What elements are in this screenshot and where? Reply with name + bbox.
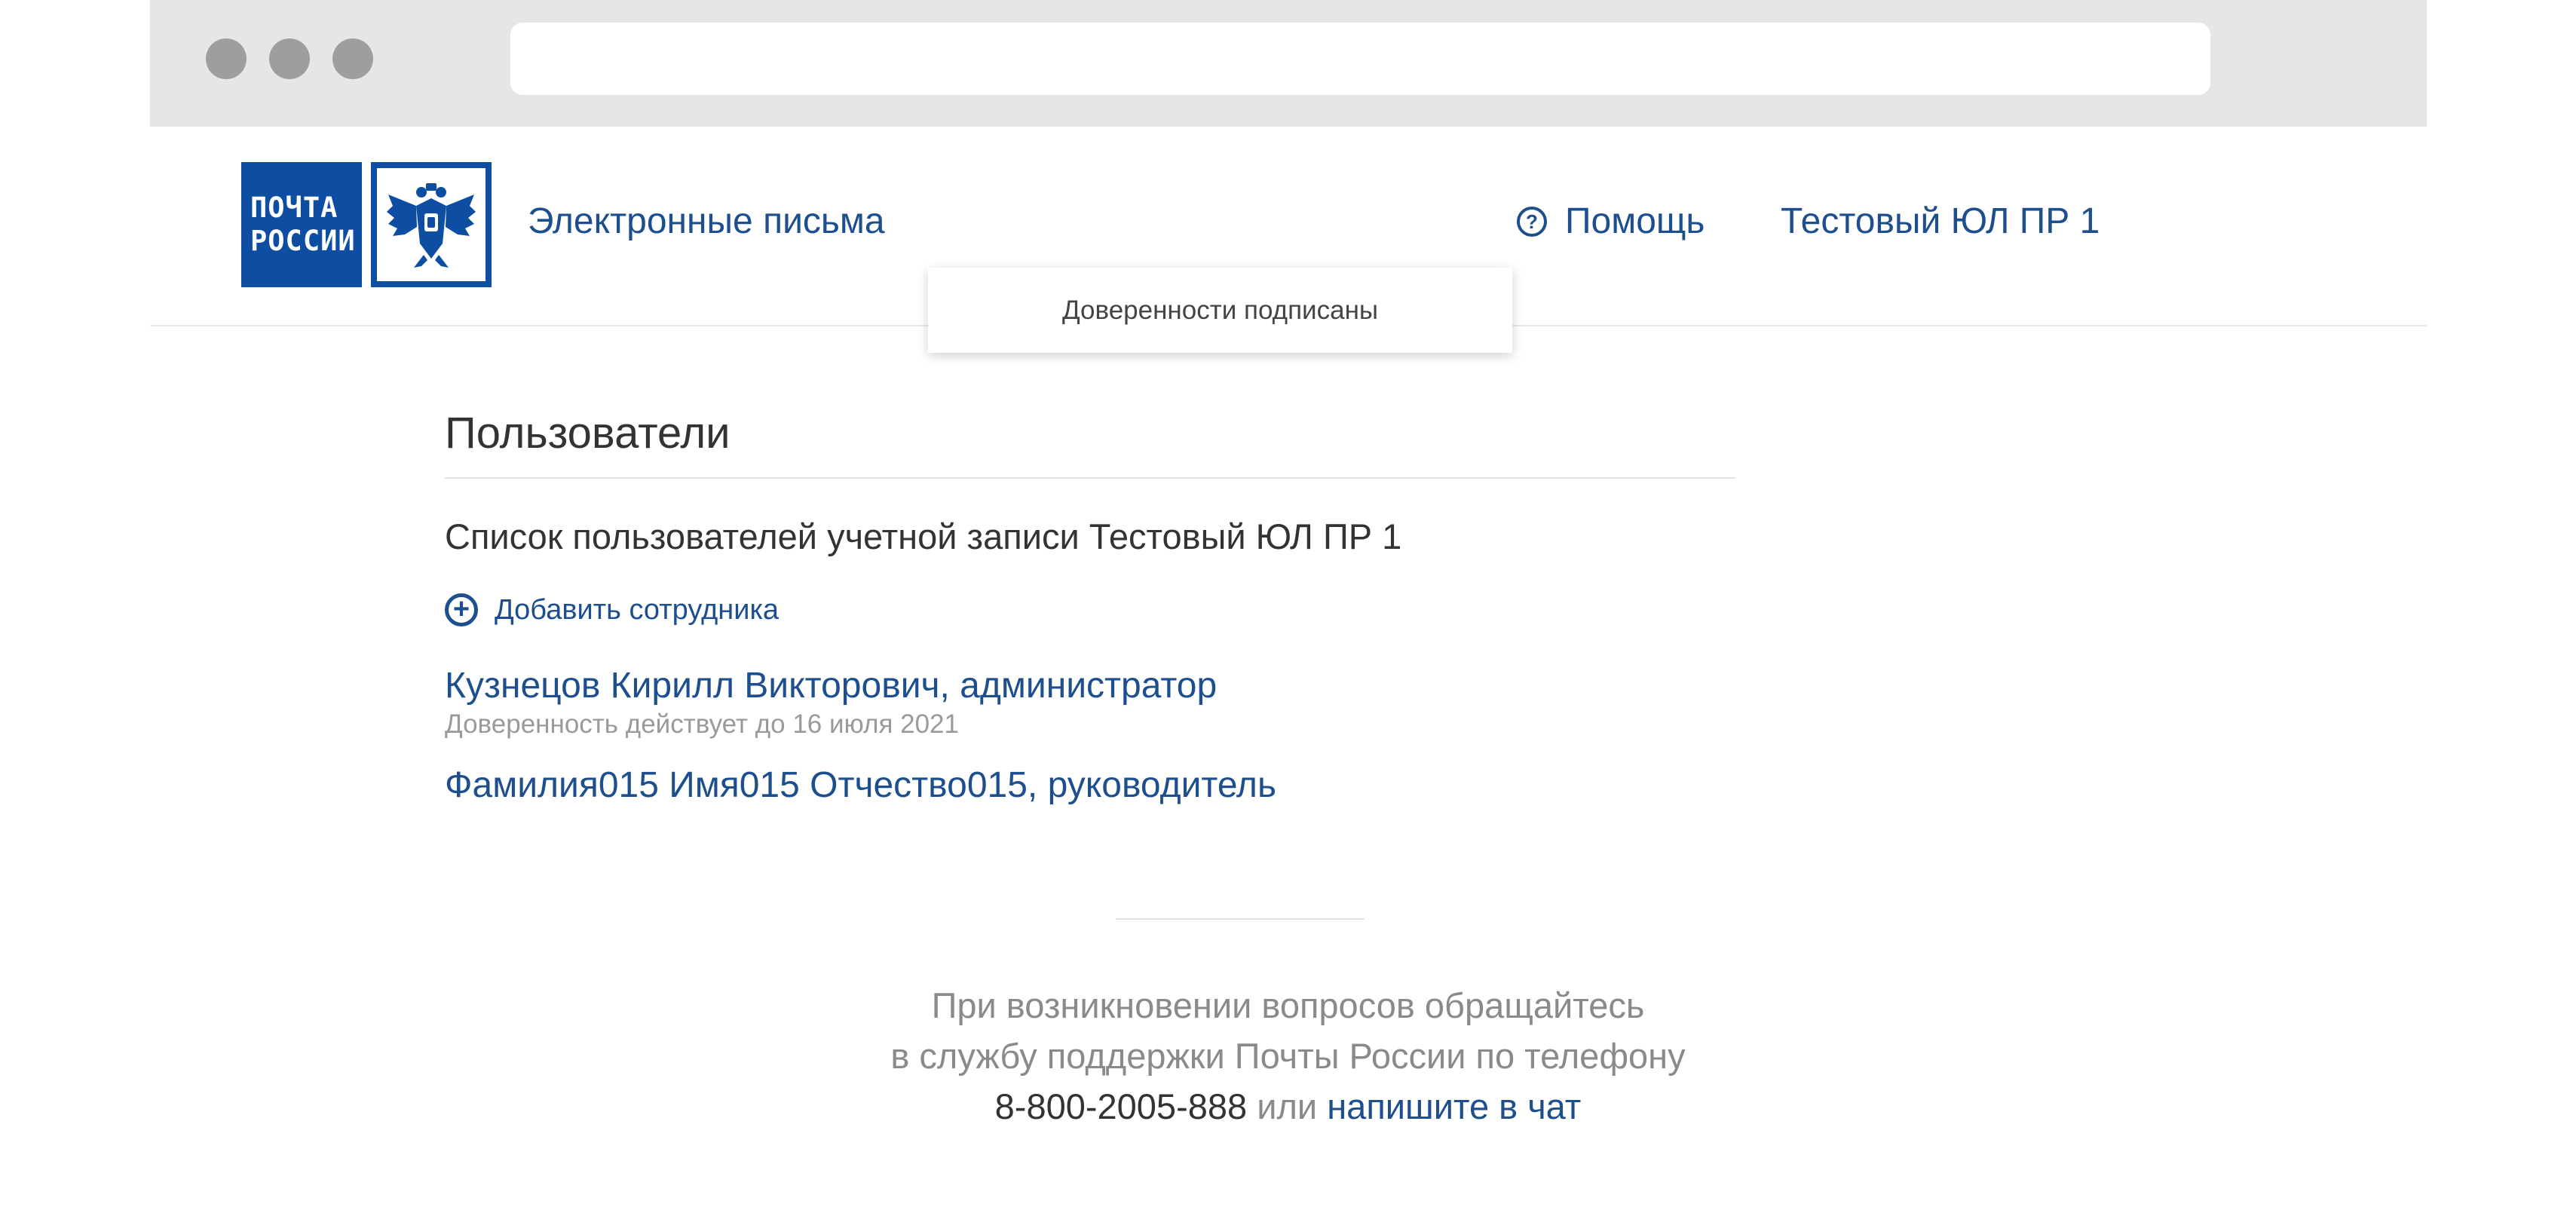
dropdown-item-signed-powers[interactable]: Доверенности подписаны	[1062, 296, 1378, 326]
window-close-dot[interactable]	[206, 38, 247, 79]
nav-account-menu[interactable]: Тестовый ЮЛ ПР 1	[1781, 201, 2100, 242]
support-line-2: в службу поддержки Почты России по телеф…	[890, 1036, 1686, 1076]
logo-wordmark: ПОЧТА РОССИИ	[241, 162, 362, 287]
support-or: или	[1257, 1086, 1318, 1126]
add-employee-label: Добавить сотрудника	[495, 594, 780, 626]
nav-electronic-letters[interactable]: Электронные письма	[528, 201, 885, 242]
add-employee-button[interactable]: + Добавить сотрудника	[445, 591, 1735, 629]
user-name-link[interactable]: Фамилия015 Имя015 Отчество015, руководит…	[445, 763, 1735, 808]
users-section: Пользователи Список пользователей учетно…	[445, 400, 1735, 831]
footer-divider	[1116, 918, 1365, 920]
user-list: Кузнецов Кирилл Викторович, администрато…	[445, 663, 1735, 808]
help-circle-icon: ?	[1517, 206, 1547, 237]
plus-circle-icon: +	[445, 593, 478, 626]
nav-help-label: Помощь	[1565, 201, 1705, 241]
user-power-of-attorney-note: Доверенность действует до 16 июля 2021	[445, 709, 959, 739]
double-headed-eagle-icon	[371, 162, 492, 287]
page-title: Пользователи	[445, 400, 1735, 479]
account-dropdown: Доверенности подписаны	[928, 268, 1512, 353]
support-phone[interactable]: 8-800-2005-888	[995, 1086, 1248, 1126]
logo-line-1: ПОЧТА	[250, 191, 338, 224]
logo-line-2: РОССИИ	[250, 225, 356, 257]
window-minimize-dot[interactable]	[269, 38, 310, 79]
support-info: При возникновении вопросов обращайтесь в…	[0, 980, 2576, 1132]
nav-help[interactable]: ? Помощь	[1517, 201, 1705, 242]
support-line-3: 8-800-2005-888 или напишите в чат	[0, 1081, 2576, 1132]
support-line-1: При возникновении вопросов обращайтесь	[931, 985, 1645, 1025]
address-bar[interactable]	[510, 23, 2210, 95]
pochta-logo[interactable]: ПОЧТА РОССИИ	[241, 162, 492, 287]
user-name-link[interactable]: Кузнецов Кирилл Викторович, администрато…	[445, 663, 1735, 709]
users-list-description: Список пользователей учетной записи Тест…	[445, 516, 1402, 556]
support-chat-link[interactable]: напишите в чат	[1327, 1086, 1581, 1126]
window-maximize-dot[interactable]	[332, 38, 373, 79]
browser-toolbar	[150, 0, 2427, 127]
list-item: Фамилия015 Имя015 Отчество015, руководит…	[445, 763, 1735, 808]
list-item: Кузнецов Кирилл Викторович, администрато…	[445, 663, 1735, 740]
